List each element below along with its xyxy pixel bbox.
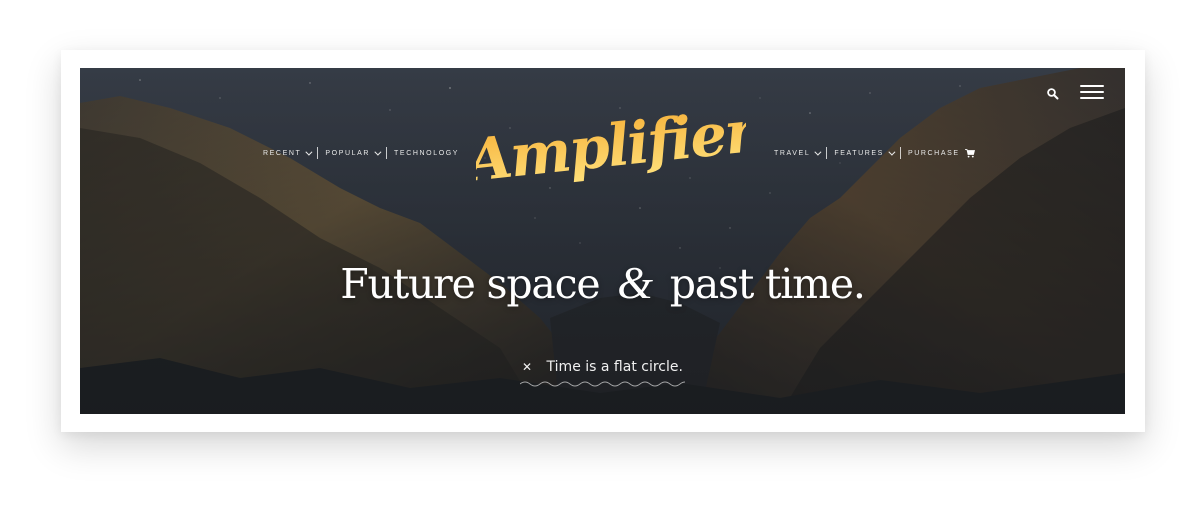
tagline-text: Time is a flat circle. <box>546 359 683 375</box>
headline-part1: Future space <box>340 260 600 308</box>
primary-nav-right: Travel Features Purchase <box>774 147 982 159</box>
page-frame: Recent Popular Technology Amplifier <box>61 50 1145 432</box>
nav-label: Technology <box>394 149 460 157</box>
chevron-down-icon <box>374 148 382 156</box>
chevron-down-icon <box>814 148 822 156</box>
amplifier-logo[interactable]: Amplifier <box>476 104 746 194</box>
nav-item-purchase[interactable]: Purchase <box>901 148 982 158</box>
nav-item-travel[interactable]: Travel <box>774 148 826 157</box>
headline-part2: past time. <box>669 260 866 308</box>
logo-text: Amplifier <box>476 104 746 194</box>
primary-nav-left: Recent Popular Technology <box>263 147 466 159</box>
wavy-divider <box>520 381 685 387</box>
nav-item-popular[interactable]: Popular <box>318 148 386 157</box>
search-icon[interactable] <box>1046 87 1060 101</box>
nav-item-technology[interactable]: Technology <box>387 150 466 157</box>
chevron-down-icon <box>888 148 896 156</box>
chevron-down-icon <box>305 148 313 156</box>
nav-label: Travel <box>774 149 811 157</box>
nav-label: Features <box>834 149 884 157</box>
headline-ampersand: & <box>617 257 653 308</box>
nav-label: Purchase <box>907 149 960 157</box>
nav-item-features[interactable]: Features <box>827 148 900 157</box>
close-icon[interactable]: ✕ <box>522 360 532 374</box>
nav-label: Popular <box>325 149 371 157</box>
cart-icon <box>964 148 975 157</box>
hero-banner: Recent Popular Technology Amplifier <box>80 68 1125 414</box>
hamburger-menu-icon[interactable] <box>1080 84 1104 100</box>
nav-item-recent[interactable]: Recent <box>263 148 317 157</box>
hero-headline: Future space & past time. <box>80 256 1125 309</box>
nav-label: Recent <box>263 149 302 157</box>
hero-tagline: ✕ Time is a flat circle. <box>80 359 1125 375</box>
